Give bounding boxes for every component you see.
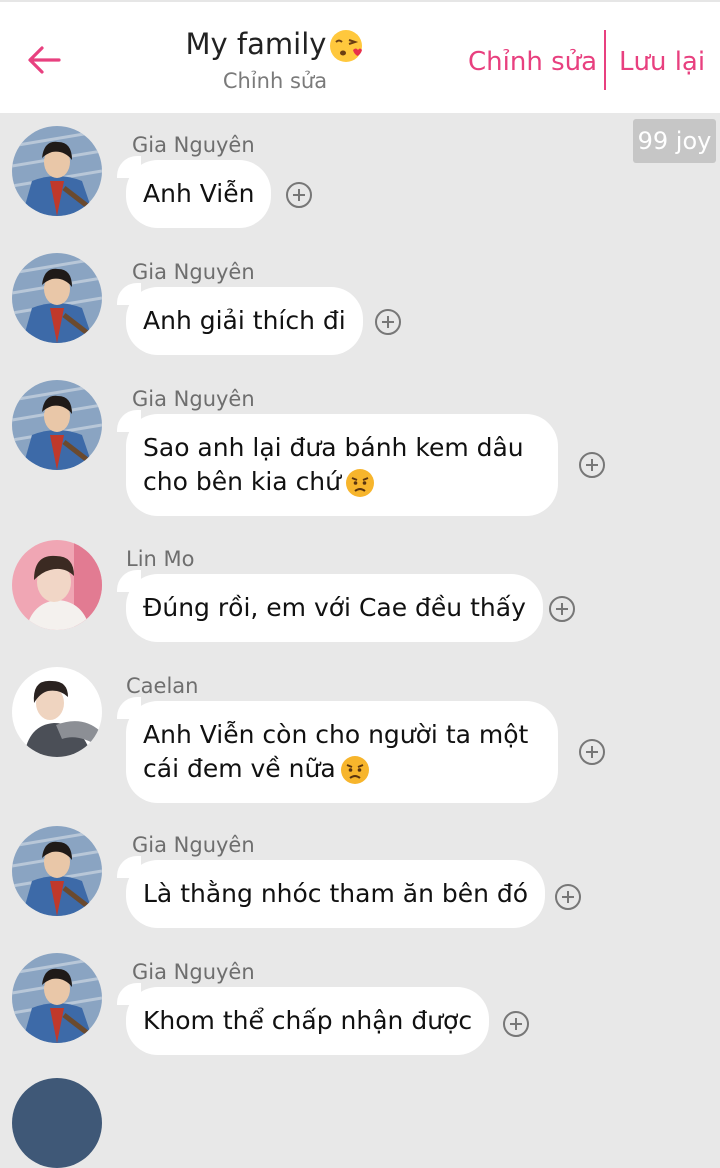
winking-kiss-emoji-icon [330, 30, 363, 62]
angry-face-icon [346, 469, 374, 497]
arrow-left-icon [28, 46, 61, 74]
joy-badge[interactable]: 99 joy [633, 119, 716, 163]
add-reaction-button[interactable] [286, 182, 312, 208]
message-bubble[interactable]: Là thằng nhóc tham ăn bên đó [117, 856, 546, 928]
sender-name: Lin Mo [126, 547, 195, 571]
avatar[interactable] [12, 667, 102, 757]
message-bubble[interactable]: Đúng rồi, em với Cae đều thấy [117, 570, 543, 642]
chat-subtitle: Chỉnh sửa [222, 69, 328, 93]
sender-name: Caelan [126, 674, 199, 698]
edit-button[interactable]: Chỉnh sửa [468, 44, 597, 80]
avatar[interactable] [12, 126, 102, 216]
title-block: My family Chỉnh sửa [150, 24, 400, 96]
add-reaction-button[interactable] [555, 884, 581, 910]
message-text: Anh Viễn còn cho người ta một cái đem về… [143, 720, 529, 783]
header-divider [604, 30, 606, 90]
avatar[interactable] [12, 253, 102, 343]
message-text: Anh Viễn [143, 179, 255, 208]
avatar[interactable] [12, 380, 102, 470]
message-text: Sao anh lại đưa bánh kem dâu cho bên kia… [143, 433, 524, 496]
message-bubble[interactable]: Khom thể chấp nhận được [117, 983, 490, 1055]
add-reaction-button[interactable] [503, 1011, 529, 1037]
sender-name: Gia Nguyên [132, 260, 255, 284]
add-reaction-button[interactable] [549, 596, 575, 622]
add-reaction-button[interactable] [579, 452, 605, 478]
chat-title: My family [150, 24, 400, 64]
message-bubble[interactable]: Anh Viễn [117, 156, 272, 228]
add-reaction-button[interactable] [579, 739, 605, 765]
message-bubble[interactable]: Sao anh lại đưa bánh kem dâu cho bên kia… [117, 410, 558, 516]
message-text: Là thằng nhóc tham ăn bên đó [143, 879, 529, 908]
avatar[interactable] [12, 826, 102, 916]
angry-face-icon [340, 756, 369, 784]
save-button[interactable]: Lưu lại [619, 44, 705, 80]
chat-title-text: My family [185, 27, 327, 61]
back-button[interactable] [20, 38, 68, 82]
avatar[interactable] [12, 953, 102, 1043]
avatar[interactable] [12, 1078, 102, 1168]
avatar[interactable] [12, 540, 102, 630]
sender-name: Gia Nguyên [132, 387, 255, 411]
message-text: Đúng rồi, em với Cae đều thấy [143, 593, 526, 622]
sender-name: Gia Nguyên [132, 133, 255, 157]
message-text: Khom thể chấp nhận được [143, 1006, 473, 1035]
add-reaction-button[interactable] [375, 309, 401, 335]
sender-name: Gia Nguyên [132, 833, 255, 857]
sender-name: Gia Nguyên [132, 960, 255, 984]
message-text: Anh giải thích đi [143, 306, 346, 335]
message-bubble[interactable]: Anh Viễn còn cho người ta một cái đem về… [117, 697, 558, 803]
message-bubble[interactable]: Anh giải thích đi [117, 283, 363, 355]
top-bar: My family Chỉnh sửa Chỉnh sửa Lưu lại [0, 0, 720, 113]
